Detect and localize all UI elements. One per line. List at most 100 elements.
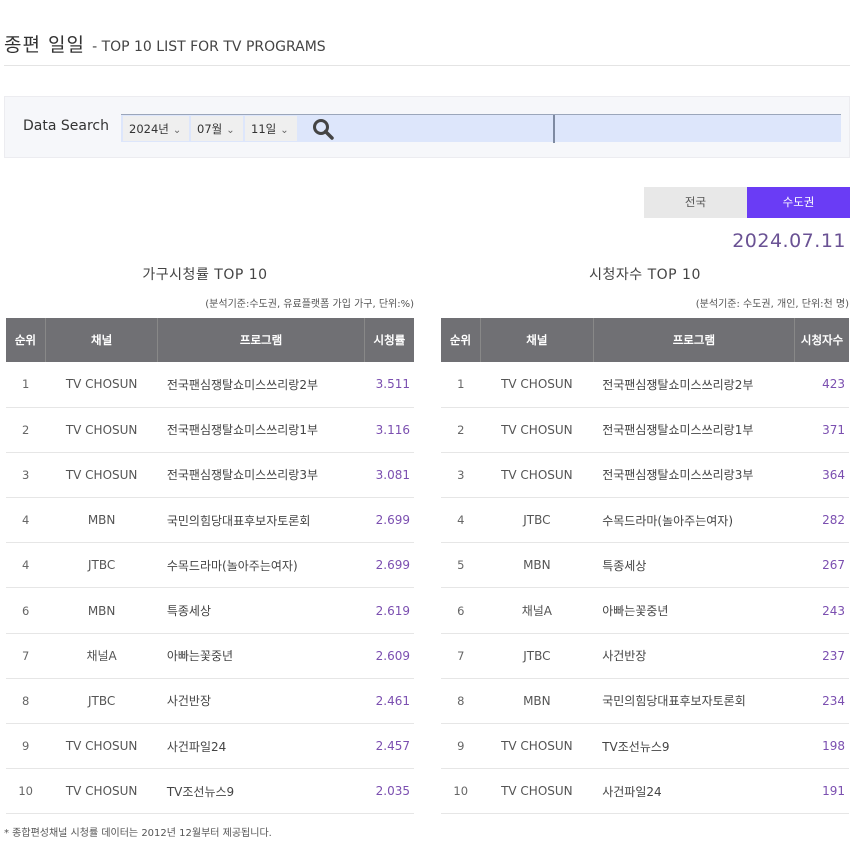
table-row: 4 MBN 국민의힘당대표후보자토론회 2.699 [6, 498, 414, 543]
table-row: 4 JTBC 수목드라마(놀아주는여자) 282 [441, 498, 849, 543]
program-cell: 전국팬심쟁탈쇼미스쓰리랑1부 [602, 423, 754, 438]
table-row: 1 TV CHOSUN 전국팬심쟁탈쇼미스쓰리랑2부 3.511 [6, 362, 414, 408]
search-button[interactable] [311, 117, 335, 141]
channel-cell: TV CHOSUN [501, 422, 573, 437]
value-cell: 191 [822, 784, 845, 799]
column-header-program: 프로그램 [592, 318, 795, 362]
channel-cell: MBN [523, 558, 551, 573]
program-cell: 전국팬심쟁탈쇼미스쓰리랑2부 [602, 377, 754, 392]
value-cell: 371 [822, 422, 845, 437]
year-select[interactable]: 2024년 ⌄ [123, 116, 189, 141]
program-cell: 수목드라마(놀아주는여자) [166, 558, 298, 573]
table-row: 2 TV CHOSUN 전국팬심쟁탈쇼미스쓰리랑1부 371 [441, 407, 849, 453]
value-cell: 2.699 [375, 558, 410, 573]
viewers-note: (분석기준: 수도권, 개인, 단위:천 명) [695, 299, 849, 310]
rank-cell: 6 [457, 603, 465, 618]
rank-cell: 7 [457, 648, 465, 663]
channel-cell: TV CHOSUN [501, 377, 573, 392]
rank-cell: 8 [457, 693, 465, 708]
value-cell: 282 [822, 513, 845, 528]
rank-cell: 8 [22, 693, 30, 708]
channel-cell: 채널A [86, 649, 117, 664]
table-row: 9 TV CHOSUN TV조선뉴스9 198 [441, 724, 849, 769]
program-cell: TV조선뉴스9 [602, 739, 670, 754]
footnote: * 종합편성채널 시청률 데이터는 2012년 12월부터 제공됩니다. [4, 828, 272, 839]
table-row: 10 TV CHOSUN TV조선뉴스9 2.035 [6, 769, 414, 814]
rank-cell: 6 [22, 603, 30, 618]
channel-cell: TV CHOSUN [65, 377, 138, 392]
value-cell: 234 [822, 693, 845, 708]
rank-cell: 4 [22, 513, 30, 528]
program-cell: 전국팬심쟁탈쇼미스쓰리랑2부 [166, 377, 318, 392]
channel-cell: TV CHOSUN [65, 739, 138, 754]
table-row: 3 TV CHOSUN 전국팬심쟁탈쇼미스쓰리랑3부 364 [441, 452, 849, 498]
channel-cell: MBN [523, 693, 551, 708]
day-select[interactable]: 11일 ⌄ [245, 116, 297, 141]
household-rating-rows: 1 TV CHOSUN 전국팬심쟁탈쇼미스쓰리랑2부 3.511 2 TV CHOSUN 전… [6, 362, 414, 814]
table-row: 10 TV CHOSUN 사건파일24 191 [441, 769, 849, 814]
rank-cell: 4 [22, 558, 30, 573]
program-cell: 전국팬심쟁탈쇼미스쓰리랑1부 [166, 423, 318, 438]
rank-cell: 10 [453, 784, 469, 799]
rank-cell: 4 [457, 513, 465, 528]
column-header-program: 프로그램 [157, 318, 365, 362]
table-row: 8 MBN 국민의힘당대표후보자토론회 234 [441, 678, 849, 724]
value-cell: 423 [822, 377, 845, 392]
rank-cell: 7 [22, 648, 30, 663]
program-cell: 전국팬심쟁탈쇼미스쓰리랑3부 [166, 468, 318, 483]
column-header-channel: 채널 [44, 318, 158, 362]
tab-nationwide[interactable]: 전국 [644, 187, 747, 218]
table-row: 6 MBN 특종세상 2.619 [6, 588, 414, 634]
table-row: 8 JTBC 사건반장 2.461 [6, 678, 414, 724]
channel-cell: TV CHOSUN [65, 467, 138, 482]
rank-cell: 3 [457, 467, 465, 482]
month-select[interactable]: 07월 ⌄ [191, 116, 243, 141]
search-field: 2024년 ⌄ 07월 ⌄ 11일 ⌄ [121, 114, 841, 143]
chevron-down-icon: ⌄ [280, 125, 289, 136]
table-header-row: 순위 채널 프로그램 시청률 [6, 318, 414, 362]
program-cell: 수목드라마(놀아주는여자) [602, 513, 734, 528]
value-cell: 237 [822, 648, 845, 663]
table-row: 9 TV CHOSUN 사건파일24 2.457 [6, 724, 414, 769]
viewers-title: 시청자수 TOP 10 [589, 267, 701, 283]
rank-cell: 2 [457, 422, 465, 437]
rank-cell: 3 [22, 467, 30, 482]
table-header-row: 순위 채널 프로그램 시청자수 [441, 318, 849, 362]
table-row: 7 JTBC 사건반장 237 [441, 633, 849, 679]
channel-cell: TV CHOSUN [501, 784, 573, 799]
channel-cell: JTBC [87, 558, 116, 573]
viewers-panel: 시청자수 TOP 10 (분석기준: 수도권, 개인, 단위:천 명) 순위 채… [441, 264, 849, 814]
program-cell: 사건반장 [166, 694, 212, 709]
column-header-viewers: 시청자수 [794, 318, 849, 362]
program-cell: 전국팬심쟁탈쇼미스쓰리랑3부 [602, 468, 754, 483]
channel-cell: TV CHOSUN [65, 784, 138, 799]
column-header-rank: 순위 [449, 333, 472, 347]
program-cell: 국민의힘당대표후보자토론회 [166, 513, 311, 528]
table-row: 3 TV CHOSUN 전국팬심쟁탈쇼미스쓰리랑3부 3.081 [6, 452, 414, 498]
tab-capital-area[interactable]: 수도권 [747, 187, 850, 218]
column-header-rating: 시청률 [363, 318, 414, 362]
day-select-value: 11일 [251, 122, 277, 136]
rank-cell: 10 [18, 784, 33, 799]
program-cell: 아빠는꽃중년 [166, 649, 234, 664]
search-icon [313, 119, 334, 140]
program-cell: 특종세상 [166, 604, 212, 619]
channel-cell: JTBC [523, 648, 551, 663]
value-cell: 243 [822, 603, 845, 618]
channel-cell: JTBC [523, 513, 551, 528]
value-cell: 3.511 [375, 377, 410, 392]
table-row: 6 채널A 아빠는꽃중년 243 [441, 588, 849, 634]
value-cell: 2.461 [375, 693, 410, 708]
channel-cell: TV CHOSUN [501, 739, 573, 754]
table-row: 5 MBN 특종세상 267 [441, 543, 849, 588]
household-rating-table: 순위 채널 프로그램 시청률 1 TV CHOSUN 전국팬심쟁탈쇼미스쓰리랑2부 3… [6, 318, 414, 814]
year-select-value: 2024년 [129, 122, 169, 136]
rank-cell: 9 [457, 739, 465, 754]
data-search-label: Data Search [23, 118, 109, 134]
value-cell: 364 [822, 467, 845, 482]
rank-cell: 1 [457, 377, 465, 392]
program-cell: 특종세상 [602, 558, 647, 573]
column-header-rank: 순위 [14, 333, 37, 347]
program-cell: 사건파일24 [166, 739, 227, 754]
program-cell: 아빠는꽃중년 [602, 604, 669, 619]
